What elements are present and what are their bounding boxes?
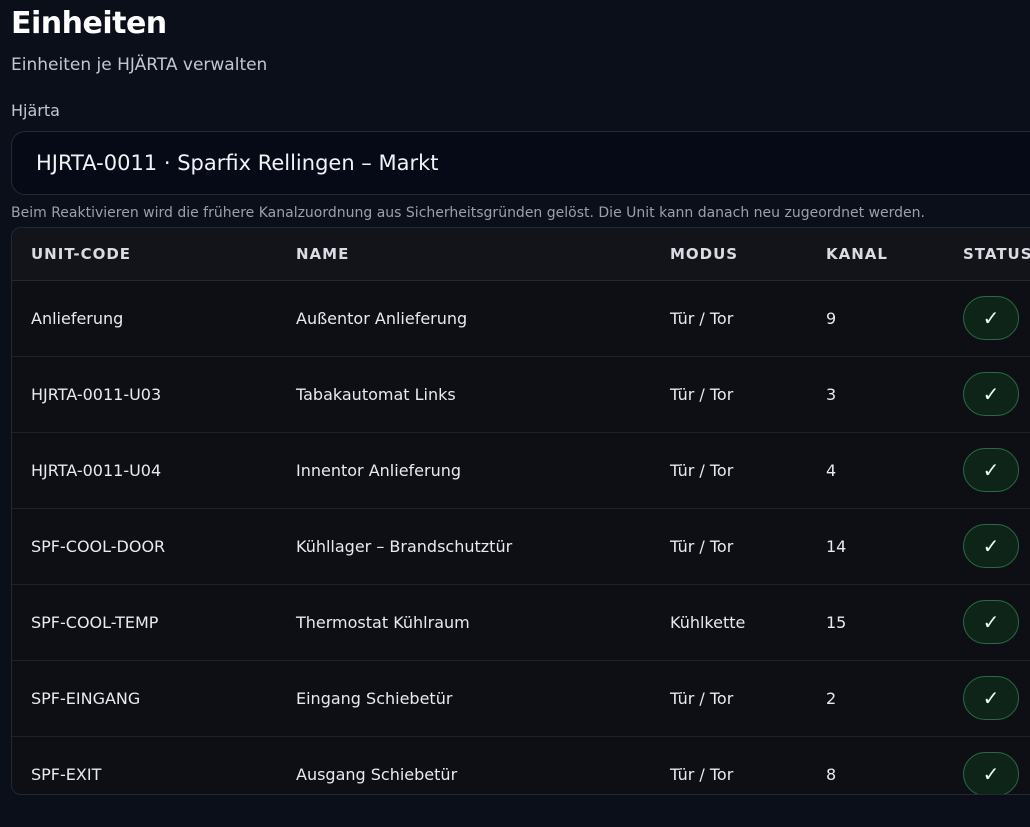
reactivation-hint: Beim Reaktivieren wird die frühere Kanal… xyxy=(11,205,925,221)
unit-status-cell: ✓ xyxy=(963,584,1030,661)
unit-code-cell: SPF-EXIT xyxy=(31,764,102,784)
status-toggle-button[interactable]: ✓ xyxy=(963,448,1019,492)
unit-code-cell: HJRTA-0011-U04 xyxy=(12,432,296,509)
column-header-mode[interactable]: MODUS xyxy=(670,228,826,281)
unit-name-cell: Außentor Anlieferung xyxy=(296,280,670,357)
unit-name-cell: Tabakautomat Links xyxy=(296,356,670,433)
unit-channel-cell: 8 xyxy=(826,764,837,784)
units-table: UNIT-CODE NAME MODUS KANAL STATUS Anlief… xyxy=(12,228,1030,794)
unit-status-cell: ✓ xyxy=(963,356,1030,433)
unit-channel-cell: 4 xyxy=(826,432,963,509)
table-row[interactable]: HJRTA-0011-U03 Tabakautomat Links Tür / … xyxy=(12,356,1030,433)
unit-channel-cell: 2 xyxy=(826,660,963,737)
table-row[interactable]: SPF-EXIT Ausgang Schiebetür Tür / Tor 8 … xyxy=(12,736,1030,794)
unit-mode-cell: Kühlkette xyxy=(670,584,826,661)
unit-code-cell: SPF-COOL-DOOR xyxy=(12,508,296,585)
unit-mode-cell: Tür / Tor xyxy=(670,764,734,784)
unit-code-cell: SPF-COOL-TEMP xyxy=(12,584,296,661)
unit-status-cell: ✓ xyxy=(963,660,1030,737)
table-row[interactable]: Anlieferung Außentor Anlieferung Tür / T… xyxy=(12,280,1030,357)
unit-channel-cell: 15 xyxy=(826,584,963,661)
unit-name-cell: Thermostat Kühlraum xyxy=(296,584,670,661)
units-page: Einheiten Einheiten je HJÄRTA verwalten … xyxy=(0,0,1030,827)
unit-code-cell: HJRTA-0011-U03 xyxy=(12,356,296,433)
hjarta-select[interactable]: HJRTA-0011 · Sparfix Rellingen – Markt xyxy=(11,131,1030,195)
unit-channel-cell: 3 xyxy=(826,356,963,433)
unit-channel-cell: 14 xyxy=(826,508,963,585)
column-header-status[interactable]: STATUS xyxy=(963,228,1030,281)
status-toggle-button[interactable]: ✓ xyxy=(963,676,1019,720)
table-row[interactable]: SPF-EINGANG Eingang Schiebetür Tür / Tor… xyxy=(12,660,1030,737)
status-toggle-button[interactable]: ✓ xyxy=(963,296,1019,340)
unit-name-cell: Kühllager – Brandschutztür xyxy=(296,508,670,585)
hjarta-select-label: Hjärta xyxy=(11,101,60,120)
unit-status-cell: ✓ xyxy=(963,280,1030,357)
page-title: Einheiten xyxy=(11,6,167,41)
unit-mode-cell: Tür / Tor xyxy=(670,280,826,357)
unit-code-cell: SPF-EINGANG xyxy=(12,660,296,737)
page-subtitle: Einheiten je HJÄRTA verwalten xyxy=(11,55,268,75)
unit-status-cell: ✓ xyxy=(963,432,1030,509)
unit-mode-cell: Tür / Tor xyxy=(670,432,826,509)
status-toggle-button[interactable]: ✓ xyxy=(963,752,1019,794)
unit-status-cell: ✓ xyxy=(963,508,1030,585)
unit-name-cell: Innentor Anlieferung xyxy=(296,432,670,509)
hjarta-select-value: HJRTA-0011 · Sparfix Rellingen – Markt xyxy=(36,151,439,175)
status-toggle-button[interactable]: ✓ xyxy=(963,600,1019,644)
status-toggle-button[interactable]: ✓ xyxy=(963,524,1019,568)
table-row[interactable]: SPF-COOL-DOOR Kühllager – Brandschutztür… xyxy=(12,508,1030,585)
unit-name-cell: Eingang Schiebetür xyxy=(296,660,670,737)
unit-channel-cell: 9 xyxy=(826,280,963,357)
status-toggle-button[interactable]: ✓ xyxy=(963,372,1019,416)
unit-mode-cell: Tür / Tor xyxy=(670,660,826,737)
units-table-container: UNIT-CODE NAME MODUS KANAL STATUS Anlief… xyxy=(11,227,1030,795)
table-header-row: UNIT-CODE NAME MODUS KANAL STATUS xyxy=(12,228,1030,281)
unit-name-cell: Ausgang Schiebetür xyxy=(296,764,458,784)
column-header-unit-code[interactable]: UNIT-CODE xyxy=(12,228,296,281)
unit-mode-cell: Tür / Tor xyxy=(670,508,826,585)
table-row[interactable]: SPF-COOL-TEMP Thermostat Kühlraum Kühlke… xyxy=(12,584,1030,661)
unit-status-cell: ✓ xyxy=(963,736,1030,794)
table-row[interactable]: HJRTA-0011-U04 Innentor Anlieferung Tür … xyxy=(12,432,1030,509)
unit-mode-cell: Tür / Tor xyxy=(670,356,826,433)
unit-code-cell: Anlieferung xyxy=(12,280,296,357)
column-header-name[interactable]: NAME xyxy=(296,228,670,281)
column-header-channel[interactable]: KANAL xyxy=(826,228,963,281)
